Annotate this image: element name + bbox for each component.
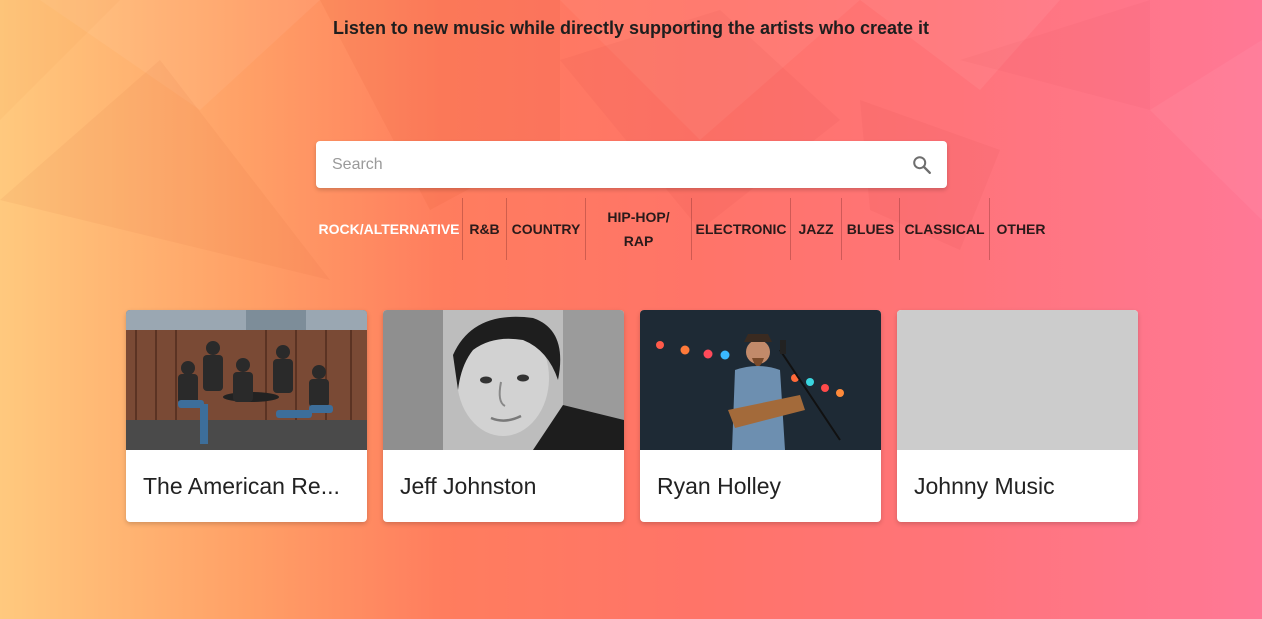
tab-jazz[interactable]: JAZZ: [791, 198, 842, 260]
artist-card[interactable]: Ryan Holley: [640, 310, 881, 522]
placeholder-image: [897, 310, 1138, 450]
genre-tabs: ROCK/ALTERNATIVE R&B COUNTRY HIP-HOP/RAP…: [316, 198, 1052, 260]
artist-name-label: Jeff Johnston: [400, 472, 537, 499]
artist-name[interactable]: Jeff Johnston: [383, 450, 624, 522]
tab-rock-alternative[interactable]: ROCK/ALTERNATIVE: [316, 198, 463, 260]
band-photo: [126, 310, 367, 450]
artist-card[interactable]: Jeff Johnston: [383, 310, 624, 522]
search-input[interactable]: [332, 141, 902, 188]
artist-name[interactable]: The American Re...: [126, 450, 367, 522]
tab-hip-hop-rap[interactable]: HIP-HOP/RAP: [586, 198, 692, 260]
artist-name[interactable]: Ryan Holley: [640, 450, 881, 522]
concert-photo: [640, 310, 881, 450]
artist-name[interactable]: Johnny Music: [897, 450, 1138, 522]
portrait-photo: [383, 310, 624, 450]
tab-other[interactable]: OTHER: [990, 198, 1052, 260]
artist-name-label: The American Re...: [143, 472, 340, 499]
tab-electronic[interactable]: ELECTRONIC: [692, 198, 791, 260]
tab-blues[interactable]: BLUES: [842, 198, 900, 260]
tab-classical[interactable]: CLASSICAL: [900, 198, 990, 260]
tab-hip-hop-rap-label: HIP-HOP/RAP: [607, 209, 670, 249]
tab-country[interactable]: COUNTRY: [507, 198, 586, 260]
artist-cards: The American Re... Jeff Johnston Ryan Ho…: [126, 310, 1138, 522]
artist-name-label: Johnny Music: [914, 472, 1055, 499]
artist-name-label: Ryan Holley: [657, 472, 781, 499]
artist-card[interactable]: Johnny Music: [897, 310, 1138, 522]
tab-rnb[interactable]: R&B: [463, 198, 507, 260]
search-icon[interactable]: [911, 154, 933, 176]
tagline: Listen to new music while directly suppo…: [332, 18, 930, 38]
artist-card[interactable]: The American Re...: [126, 310, 367, 522]
search-box[interactable]: [316, 141, 947, 188]
